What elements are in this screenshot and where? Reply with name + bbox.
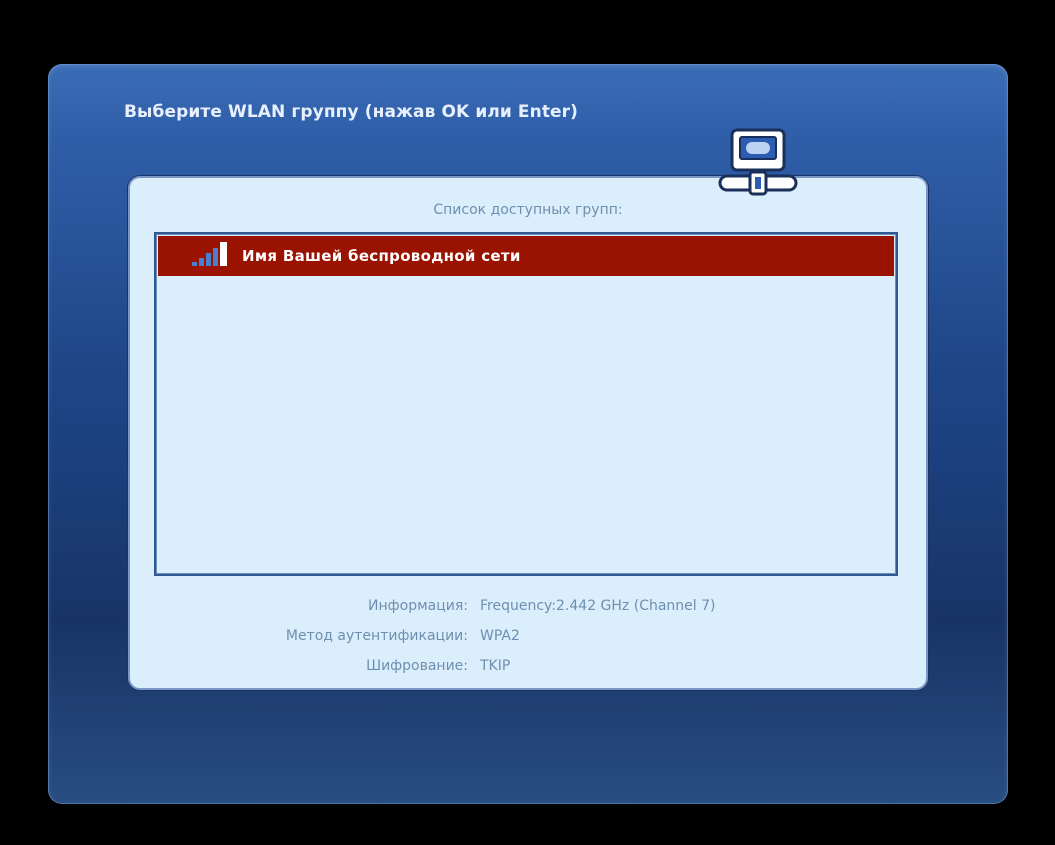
network-panel: Список доступных групп: Имя Вашей беспро…	[128, 176, 928, 690]
info-row-frequency: Информация: Frequency:2.442 GHz (Channel…	[130, 598, 926, 628]
encryption-value: TKIP	[480, 658, 511, 674]
network-list-item[interactable]: Имя Вашей беспроводной сети	[158, 236, 894, 276]
auth-label: Метод аутентификации:	[285, 628, 468, 644]
info-label: Информация:	[368, 598, 468, 614]
info-row-auth: Метод аутентификации: WPA2	[130, 628, 926, 658]
dialog-title: Выберите WLAN группу (нажав OK или Enter…	[124, 102, 579, 122]
screen: Выберите WLAN группу (нажав OK или Enter…	[0, 0, 1055, 845]
auth-value: WPA2	[480, 628, 520, 644]
encryption-label: Шифрование:	[366, 658, 468, 674]
info-value: Frequency:2.442 GHz (Channel 7)	[480, 598, 716, 614]
info-row-encryption: Шифрование: TKIP	[130, 658, 926, 688]
wlan-dialog: Выберите WLAN группу (нажав OK или Enter…	[48, 64, 1008, 804]
signal-strength-icon	[190, 242, 238, 270]
network-computer-icon	[716, 128, 800, 204]
network-info: Информация: Frequency:2.442 GHz (Channel…	[130, 598, 926, 688]
network-name: Имя Вашей беспроводной сети	[242, 247, 521, 265]
network-list[interactable]: Имя Вашей беспроводной сети	[154, 232, 898, 576]
list-caption: Список доступных групп:	[433, 202, 623, 218]
